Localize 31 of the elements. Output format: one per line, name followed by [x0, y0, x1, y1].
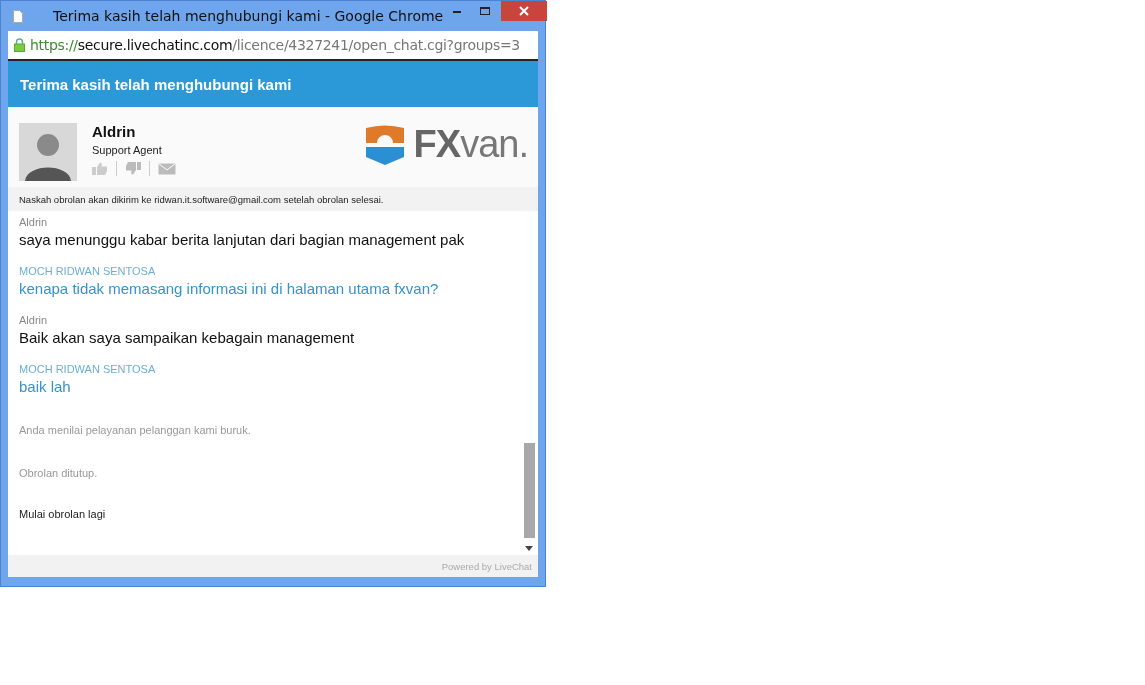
agent-role: Support Agent	[92, 144, 163, 156]
transcript-notice: Naskah obrolan akan dikirim ke ridwan.it.software@gmail.com setelah obrolan selesai.	[8, 187, 538, 211]
window-title: Terima kasih telah menghubungi kami - Google Chrome	[53, 8, 444, 24]
thumbs-down-icon[interactable]	[125, 162, 141, 175]
restart-chat-link[interactable]: Mulai obrolan lagi	[19, 508, 509, 520]
page-icon	[13, 9, 23, 23]
address-bar[interactable]: https://secure.livechatinc.com/licence/4327241/open_chat.cgi?groups=3	[8, 31, 538, 61]
avatar-placeholder	[19, 123, 77, 181]
url-text: https://secure.livechatinc.com/licence/4327241/open_chat.cgi?groups=3	[30, 37, 520, 53]
message-text: Baik akan saya sampaikan kebagain management	[19, 329, 356, 346]
message-text: baik lah	[19, 378, 72, 395]
message-author: Aldrin	[19, 216, 49, 228]
shield-logo-icon	[365, 124, 404, 165]
system-message: Obrolan ditutup.	[19, 467, 99, 479]
message-author: MOCH RIDWAN SENTOSA	[19, 363, 157, 375]
system-message: Anda menilai pelayanan pelanggan kami buruk.	[19, 424, 252, 436]
lock-icon	[14, 38, 25, 52]
scrollbar-thumb[interactable]	[523, 443, 535, 538]
close-button[interactable]	[501, 1, 548, 21]
message-author: MOCH RIDWAN SENTOSA	[19, 265, 157, 277]
maximize-icon	[479, 6, 492, 16]
brand-logo-text: FXvan.	[413, 123, 528, 166]
message-text: saya menunggu kabar berita lanjutan dari bagian management pak	[19, 231, 466, 248]
thumbs-up-icon[interactable]	[92, 162, 108, 175]
header-title: Terima kasih telah menghubungi kami	[20, 75, 292, 93]
agent-name: Aldrin	[92, 123, 137, 140]
scroll-down-icon[interactable]	[525, 546, 533, 551]
powered-by-text: Powered by LiveChat	[441, 560, 532, 572]
message-author: Aldrin	[19, 314, 49, 326]
message-text: kenapa tidak memasang informasi ini di halaman utama fxvan?	[19, 280, 440, 297]
close-icon	[519, 6, 530, 16]
